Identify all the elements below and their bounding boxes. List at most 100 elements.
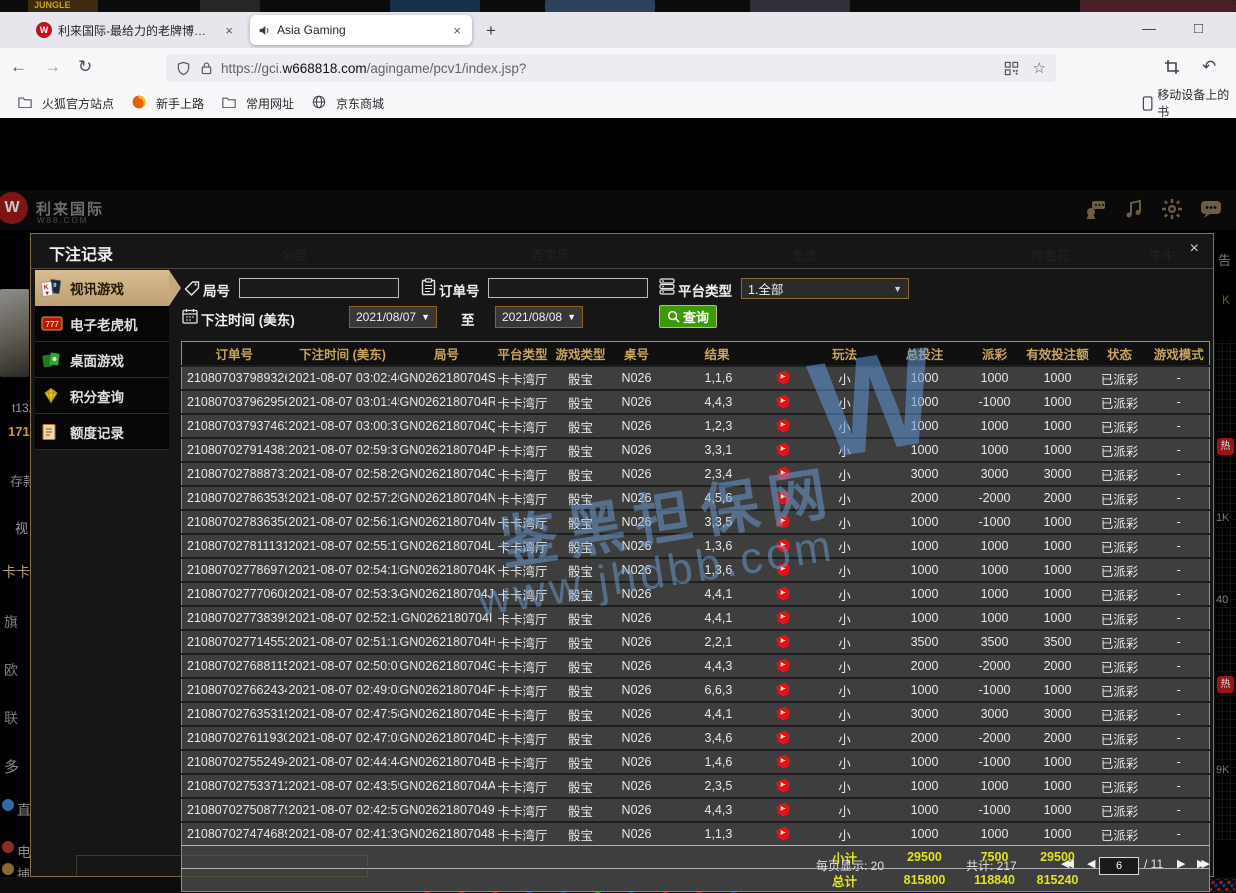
play-video-icon[interactable]: ▶ xyxy=(777,779,790,792)
address-bar[interactable]: https://gci.w668818.com/agingame/pcv1/in… xyxy=(166,54,1056,82)
cell: 1000 xyxy=(1025,558,1091,582)
play-video-icon[interactable]: ▶ xyxy=(777,371,790,384)
cell: N026 xyxy=(611,390,663,414)
bookmark-mobile[interactable]: 移动设备上的书 xyxy=(1142,86,1236,120)
play-video-icon[interactable]: ▶ xyxy=(777,515,790,528)
sidebar-item-label: 桌面游戏 xyxy=(70,350,124,370)
table-row: 2108070279143812021-08-07 02:59:37GN0262… xyxy=(182,438,1210,462)
cell: 骰宝 xyxy=(551,582,611,606)
date-from-select[interactable]: 2021/08/07 ▼ xyxy=(349,306,437,328)
round-input[interactable] xyxy=(239,278,399,298)
url-text[interactable]: https://gci.w668818.com/agingame/pcv1/in… xyxy=(221,61,526,76)
cell: 已派彩 xyxy=(1091,726,1149,750)
cell: 骰宝 xyxy=(551,750,611,774)
modal-sidebar: 9K♥视讯游戏777电子老虎机桌面游戏积分查询额度记录 xyxy=(35,270,169,450)
search-button-label: 查询 xyxy=(683,307,709,326)
last-page-button[interactable]: ▶▶ xyxy=(1197,857,1206,870)
play-video-icon[interactable]: ▶ xyxy=(777,563,790,576)
lock-icon[interactable] xyxy=(200,61,213,75)
reload-button[interactable]: ↻ xyxy=(78,57,92,77)
tab-asia-gaming[interactable]: Asia Gaming × xyxy=(250,15,472,45)
tab-lilai[interactable]: W 利来国际-最给力的老牌博彩网站 × xyxy=(28,15,244,45)
bookmark-item[interactable]: 新手上路 xyxy=(132,95,204,112)
window-maximize-button[interactable]: □ xyxy=(1194,20,1203,37)
search-icon xyxy=(667,310,680,323)
forward-button[interactable]: → xyxy=(44,57,61,77)
play-video-icon[interactable]: ▶ xyxy=(777,539,790,552)
cell: 骰宝 xyxy=(551,366,611,390)
bookmark-star-icon[interactable]: ☆ xyxy=(1033,59,1046,77)
site-logo-subtitle: W88.COM xyxy=(37,216,88,225)
settings-gear-icon[interactable] xyxy=(1162,199,1182,219)
bookmark-item[interactable]: 京东商城 xyxy=(312,95,384,112)
play-video-icon[interactable]: ▶ xyxy=(777,827,790,840)
search-button[interactable]: 查询 xyxy=(659,305,717,328)
first-page-button[interactable]: ◀◀ xyxy=(1061,857,1070,870)
tab-audio-icon[interactable] xyxy=(258,24,271,37)
cell: 卡卡湾厅 xyxy=(495,462,551,486)
sidebar-item-电子老虎机[interactable]: 777电子老虎机 xyxy=(35,306,169,342)
desktop-top-strip: JUNGLE xyxy=(0,0,1236,12)
account-service-icon[interactable] xyxy=(1084,199,1106,219)
tab-close-icon[interactable]: × xyxy=(222,23,236,38)
order-input[interactable] xyxy=(488,278,648,298)
bookmark-item[interactable]: 火狐官方站点 xyxy=(18,95,114,112)
cell: N026 xyxy=(611,774,663,798)
column-header: 游戏模式 xyxy=(1149,342,1210,367)
play-video-icon[interactable]: ▶ xyxy=(777,731,790,744)
sidebar-item-积分查询[interactable]: 积分查询 xyxy=(35,378,169,414)
sidebar-item-桌面游戏[interactable]: 桌面游戏 xyxy=(35,342,169,378)
column-header: 状态 xyxy=(1091,342,1149,367)
background-ghost-tab: 全部 xyxy=(281,245,307,264)
bookmark-item[interactable]: 常用网址 xyxy=(222,95,294,112)
shield-icon[interactable] xyxy=(176,61,191,76)
play-video-icon[interactable]: ▶ xyxy=(777,755,790,768)
play-video-icon[interactable]: ▶ xyxy=(777,683,790,696)
screenshot-crop-icon[interactable] xyxy=(1164,59,1180,75)
next-page-button[interactable]: ▶ xyxy=(1177,857,1185,870)
back-button[interactable]: ← xyxy=(10,57,27,77)
prev-page-button[interactable]: ◀ xyxy=(1087,857,1095,870)
play-video-icon[interactable]: ▶ xyxy=(777,467,790,480)
site-favicon: W xyxy=(36,22,52,38)
cell: - xyxy=(1149,750,1210,774)
platform-select[interactable]: 1.全部 ▼ xyxy=(741,278,909,299)
cell: -1000 xyxy=(965,678,1025,702)
play-video-icon[interactable]: ▶ xyxy=(777,803,790,816)
play-video-icon[interactable]: ▶ xyxy=(777,635,790,648)
cell: 骰宝 xyxy=(551,462,611,486)
undo-icon[interactable]: ↶ xyxy=(1202,57,1216,77)
sidebar-item-额度记录[interactable]: 额度记录 xyxy=(35,414,169,450)
round-tag-icon xyxy=(184,280,200,296)
qr-code-icon[interactable] xyxy=(1004,61,1019,76)
bet-records-modal: 全部百家乐龙虎炸金花牛牛 下注记录 × 9K♥视讯游戏777电子老虎机桌面游戏积… xyxy=(30,233,1214,877)
play-video-icon[interactable]: ▶ xyxy=(777,659,790,672)
cell: 卡卡湾厅 xyxy=(495,390,551,414)
modal-close-icon[interactable]: × xyxy=(1190,240,1199,258)
play-video-icon[interactable]: ▶ xyxy=(777,395,790,408)
cell: 210807027914381 xyxy=(182,438,287,462)
page-number-input[interactable]: 6 xyxy=(1099,857,1139,875)
play-video-icon[interactable]: ▶ xyxy=(777,443,790,456)
sidebar-item-视讯游戏[interactable]: 9K♥视讯游戏 xyxy=(35,270,169,306)
play-video-icon[interactable]: ▶ xyxy=(777,491,790,504)
screen: JUNGLE W 利来国际-最给力的老牌博彩网站 × Asia Gaming ×… xyxy=(0,0,1236,893)
table-row: 2108070276119302021-08-07 02:47:03GN0262… xyxy=(182,726,1210,750)
result-value: 4,4,1 xyxy=(705,587,733,601)
date-to-select[interactable]: 2021/08/08 ▼ xyxy=(495,306,583,328)
cell: 卡卡湾厅 xyxy=(495,822,551,846)
play-video-icon[interactable]: ▶ xyxy=(777,419,790,432)
play-video-icon[interactable]: ▶ xyxy=(777,611,790,624)
chat-icon[interactable] xyxy=(1200,199,1222,219)
tab-close-icon[interactable]: × xyxy=(450,23,464,38)
play-video-icon[interactable]: ▶ xyxy=(777,587,790,600)
play-video-icon[interactable]: ▶ xyxy=(777,707,790,720)
cell: 骰宝 xyxy=(551,726,611,750)
cell: GN0262180704F xyxy=(399,678,495,702)
window-minimize-button[interactable]: — xyxy=(1142,20,1156,36)
music-icon[interactable] xyxy=(1124,199,1144,219)
cell: 小 xyxy=(805,750,885,774)
cell: 1000 xyxy=(885,798,965,822)
new-tab-button[interactable]: + xyxy=(486,21,496,41)
cell: 骰宝 xyxy=(551,606,611,630)
